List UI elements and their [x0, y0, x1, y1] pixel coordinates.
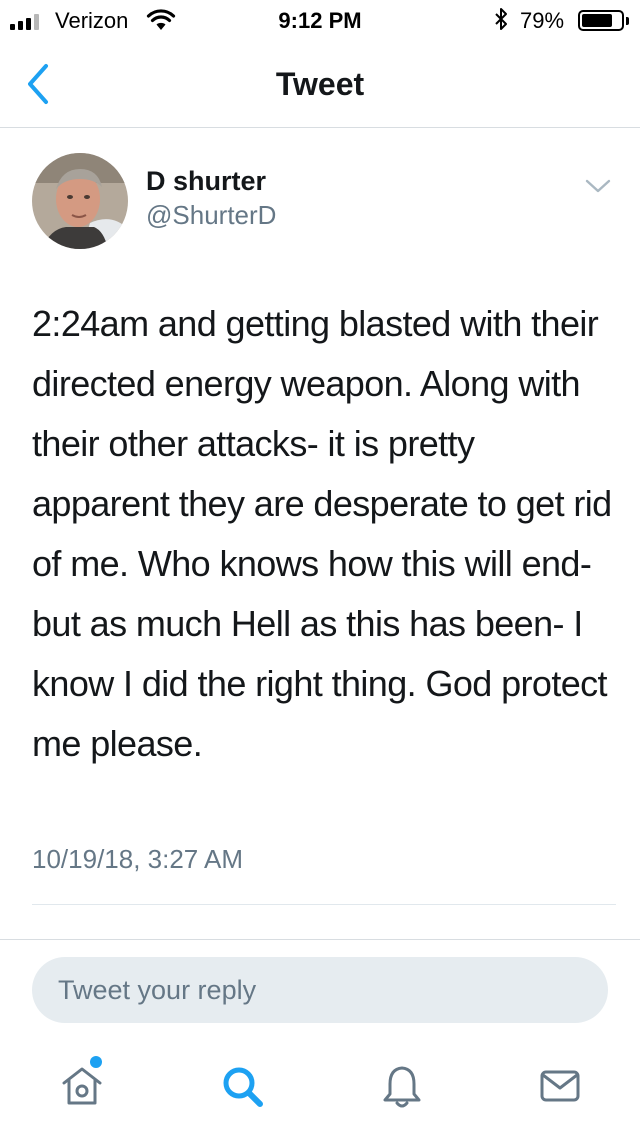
- tweet-options-button[interactable]: [582, 172, 614, 200]
- battery-icon: [578, 10, 624, 31]
- reply-input[interactable]: [32, 957, 608, 1023]
- engagement-stats-row: [32, 918, 616, 939]
- chevron-down-icon: [585, 179, 611, 193]
- tab-notifications[interactable]: [372, 1056, 432, 1116]
- status-bar: Verizon 9:12 PM 79%: [0, 0, 640, 40]
- tweet-timestamp: 10/19/18, 3:27 AM: [32, 844, 244, 874]
- battery-level-fill: [582, 14, 613, 27]
- envelope-icon: [540, 1070, 580, 1102]
- page-title: Tweet: [275, 66, 365, 102]
- battery-tip: [626, 17, 629, 25]
- author-handle[interactable]: @ShurterD: [146, 200, 276, 231]
- bell-icon: [383, 1066, 421, 1108]
- home-icon: [62, 1067, 102, 1105]
- bluetooth-icon: [495, 8, 507, 30]
- tab-home[interactable]: [52, 1056, 112, 1116]
- home-notification-dot: [90, 1056, 102, 1068]
- tab-messages[interactable]: [530, 1056, 590, 1116]
- tab-bar: [0, 1036, 640, 1136]
- search-icon: [223, 1067, 263, 1107]
- tab-search[interactable]: [212, 1056, 272, 1116]
- author-name[interactable]: D shurter: [146, 166, 266, 197]
- avatar[interactable]: [32, 153, 128, 249]
- divider: [32, 904, 616, 905]
- avatar-image: [32, 153, 128, 249]
- battery-percentage: 79%: [520, 8, 565, 33]
- tweet-text: 2:24am and getting blasted with their di…: [32, 303, 612, 764]
- navigation-bar: Tweet: [0, 40, 640, 128]
- reply-bar: [0, 939, 640, 1035]
